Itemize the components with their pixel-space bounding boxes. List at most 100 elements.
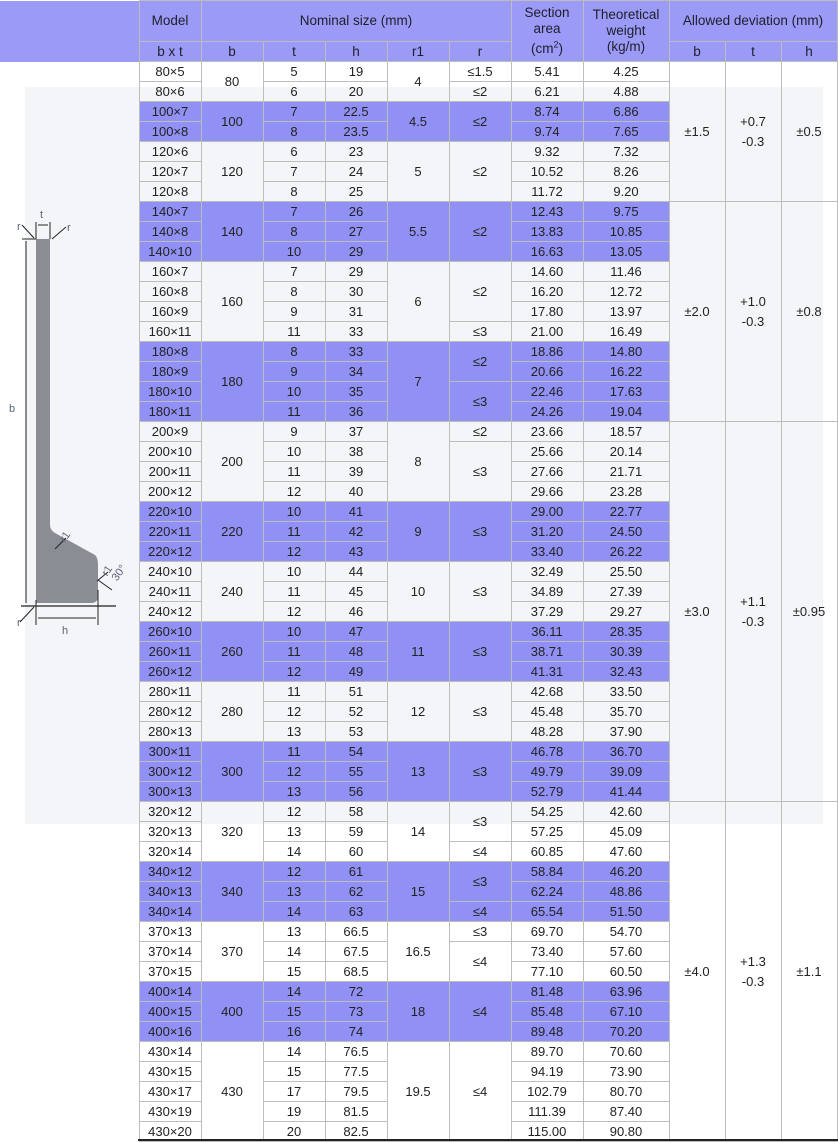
t-profile-figure: t r r b h r r1 r1 30°	[9, 209, 129, 637]
cell-t: 14	[262, 901, 326, 922]
cell-section-area: 8.74	[510, 101, 584, 122]
cell-theoretical-weight: 20.14	[582, 441, 670, 462]
cell-h: 49	[324, 661, 388, 682]
cell-t: 12	[262, 861, 326, 882]
cell-theoretical-weight: 51.50	[582, 901, 670, 922]
cell-section-area: 94.19	[510, 1061, 584, 1082]
cell-section-area: 57.25	[510, 821, 584, 842]
cell-model: 300×13	[138, 781, 202, 802]
cell-model: 430×19	[138, 1101, 202, 1122]
cell-r1: 4	[386, 61, 450, 102]
cell-b: 240	[200, 561, 264, 622]
cell-theoretical-weight: 47.60	[582, 841, 670, 862]
dev-t-plus: +1.3	[740, 953, 766, 969]
dev-t-plus: +1.1	[740, 593, 766, 609]
cell-theoretical-weight: 35.70	[582, 701, 670, 722]
cell-section-area: 46.78	[510, 741, 584, 762]
header-allowed-deviation: Allowed deviation (mm)	[668, 0, 838, 42]
cell-h: 68.5	[324, 961, 388, 982]
cell-t: 13	[262, 881, 326, 902]
cell-h: 79.5	[324, 1081, 388, 1102]
cell-theoretical-weight: 60.50	[582, 961, 670, 982]
cell-section-area: 29.66	[510, 481, 584, 502]
cell-t: 6	[262, 81, 326, 102]
cell-t: 14	[262, 1041, 326, 1062]
cell-r1: 8	[386, 421, 450, 502]
cell-t: 10	[262, 441, 326, 462]
cell-section-area: 17.80	[510, 301, 584, 322]
cell-theoretical-weight: 87.40	[582, 1101, 670, 1122]
cell-h: 81.5	[324, 1101, 388, 1122]
cell-section-area: 21.00	[510, 321, 584, 342]
cell-t: 10	[262, 501, 326, 522]
cell-theoretical-weight: 14.80	[582, 341, 670, 362]
cell-r: ≤3	[448, 801, 512, 842]
cell-h: 77.5	[324, 1061, 388, 1082]
cell-t: 10	[262, 381, 326, 402]
cell-t: 13	[262, 781, 326, 802]
cell-h: 72	[324, 981, 388, 1002]
cell-section-area: 77.10	[510, 961, 584, 982]
cell-section-area: 52.79	[510, 781, 584, 802]
cell-model: 370×13	[138, 921, 202, 942]
cell-b: 430	[200, 1041, 264, 1142]
dev-t-minus: -0.3	[741, 313, 765, 329]
cell-r1: 6	[386, 261, 450, 342]
cell-h: 63	[324, 901, 388, 922]
cell-t: 11	[262, 461, 326, 482]
cell-h: 30	[324, 281, 388, 302]
cell-h: 51	[324, 681, 388, 702]
cell-section-area: 12.43	[510, 201, 584, 222]
cell-t: 7	[262, 161, 326, 182]
cell-h: 76.5	[324, 1041, 388, 1062]
cell-t: 16	[262, 1021, 326, 1042]
label-r-top-right: r	[67, 222, 71, 234]
cell-t: 12	[262, 701, 326, 722]
cell-model: 280×13	[138, 721, 202, 742]
cell-h: 25	[324, 181, 388, 202]
header-theoretical-weight: Theoretical weight (kg/m)	[582, 0, 670, 62]
cell-theoretical-weight: 42.60	[582, 801, 670, 822]
cell-theoretical-weight: 70.60	[582, 1041, 670, 1062]
cell-model: 160×11	[138, 321, 202, 342]
cell-t: 5	[262, 61, 326, 82]
cell-r1: 18	[386, 981, 450, 1042]
cell-theoretical-weight: 36.70	[582, 741, 670, 762]
cell-b: 200	[200, 421, 264, 502]
cell-dev-b: ±1.5	[668, 61, 726, 202]
cell-h: 53	[324, 721, 388, 742]
cell-model: 140×7	[138, 201, 202, 222]
cell-section-area: 49.79	[510, 761, 584, 782]
profile-shape	[36, 239, 98, 603]
subheader-t: t	[262, 41, 326, 62]
cell-dev-t: +1.3 -0.3	[724, 801, 782, 1142]
cell-theoretical-weight: 23.28	[582, 481, 670, 502]
cell-dev-t: +0.7 -0.3	[724, 61, 782, 202]
cell-model: 280×12	[138, 701, 202, 722]
cell-theoretical-weight: 26.22	[582, 541, 670, 562]
cell-model: 320×13	[138, 821, 202, 842]
cell-h: 67.5	[324, 941, 388, 962]
cell-model: 300×11	[138, 741, 202, 762]
cell-b: 260	[200, 621, 264, 682]
cell-section-area: 89.70	[510, 1041, 584, 1062]
cell-r1: 9	[386, 501, 450, 562]
cell-section-area: 42.68	[510, 681, 584, 702]
label-r-bottom: r	[17, 617, 21, 629]
dev-t-plus: +0.7	[740, 113, 766, 129]
cell-section-area: 6.21	[510, 81, 584, 102]
cell-t: 10	[262, 241, 326, 262]
cell-t: 6	[262, 141, 326, 162]
cell-h: 22.5	[324, 101, 388, 122]
cell-b: 300	[200, 741, 264, 802]
cell-theoretical-weight: 6.86	[582, 101, 670, 122]
cell-b: 120	[200, 141, 264, 202]
cell-t: 11	[262, 321, 326, 342]
cell-theoretical-weight: 11.46	[582, 261, 670, 282]
cell-t: 7	[262, 261, 326, 282]
cell-model: 160×9	[138, 301, 202, 322]
cell-h: 40	[324, 481, 388, 502]
cell-b: 160	[200, 261, 264, 342]
cell-theoretical-weight: 37.90	[582, 721, 670, 742]
cell-section-area: 69.70	[510, 921, 584, 942]
